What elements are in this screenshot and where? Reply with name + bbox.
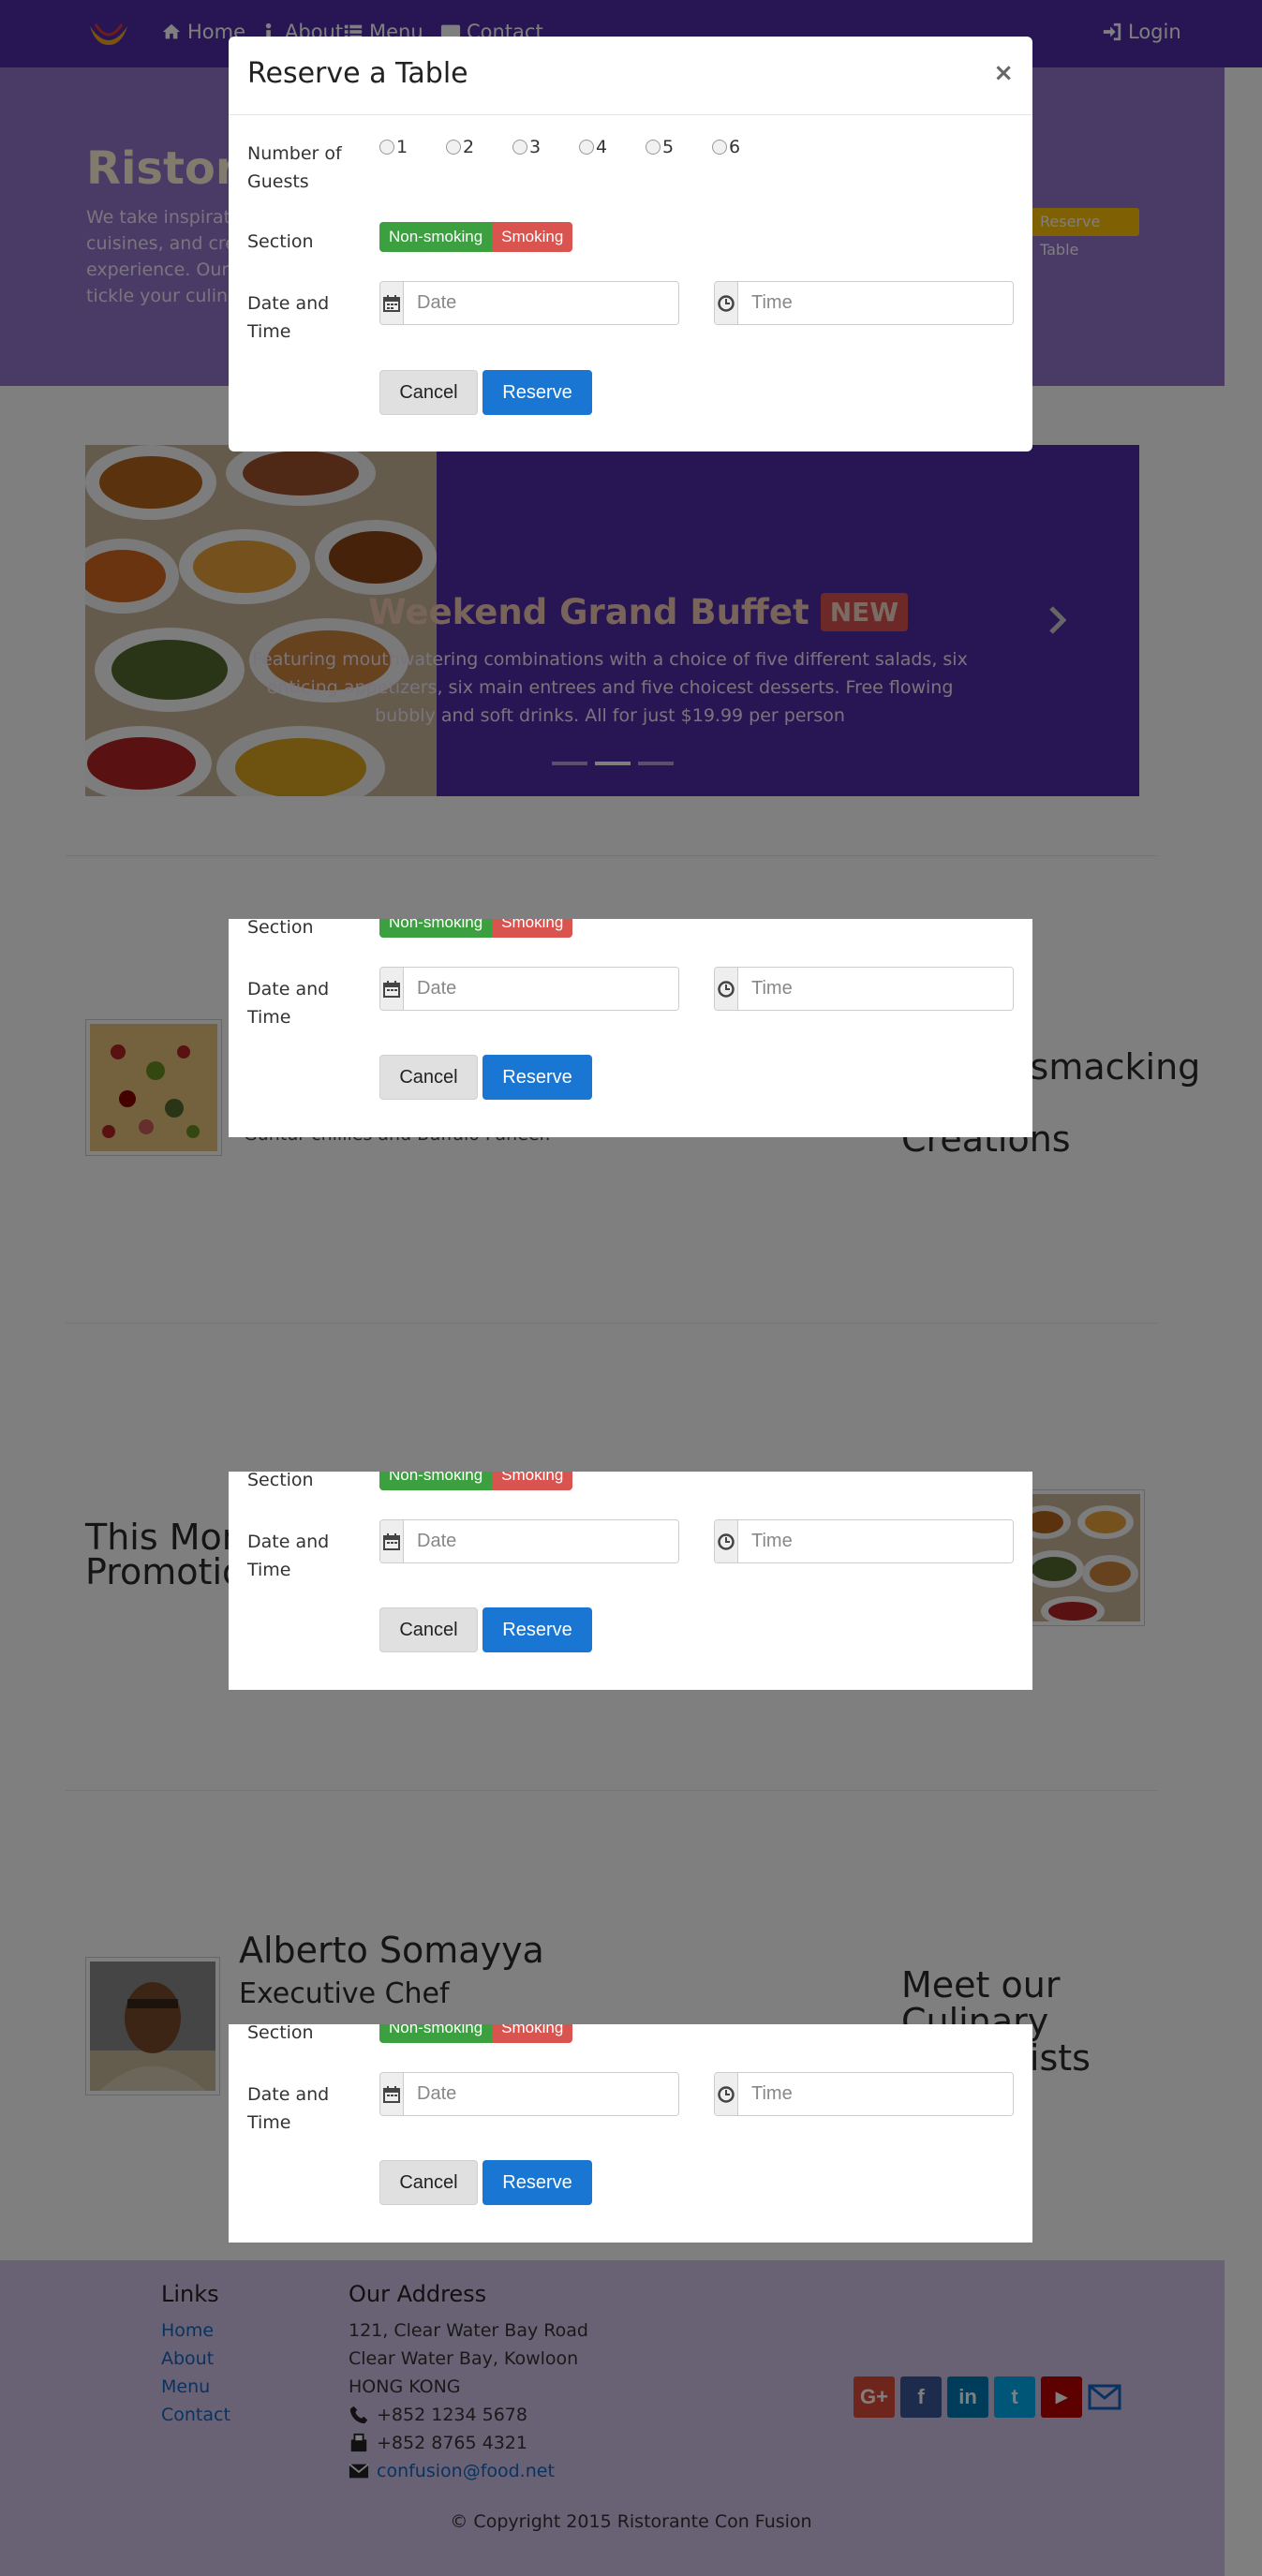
section-label: Section xyxy=(247,1472,314,1490)
section-toggle: Non-smoking Smoking xyxy=(379,222,573,252)
radio-button[interactable] xyxy=(646,140,661,155)
radio-button[interactable] xyxy=(512,140,527,155)
radio-button[interactable] xyxy=(446,140,461,155)
time-input[interactable] xyxy=(738,2073,1013,2115)
smoking-button[interactable]: Smoking xyxy=(492,919,573,938)
cancel-button[interactable]: Cancel xyxy=(379,2160,478,2205)
date-input[interactable] xyxy=(404,2073,678,2115)
date-input-group xyxy=(379,281,679,325)
guest-option-label: 2 xyxy=(463,137,475,157)
time-input[interactable] xyxy=(738,968,1013,1010)
time-input[interactable] xyxy=(738,1520,1013,1562)
guests-label: Number of Guests xyxy=(247,143,342,192)
date-input[interactable] xyxy=(404,1520,678,1562)
datetime-label: Date and Time xyxy=(247,1532,330,1580)
time-input-group xyxy=(714,2072,1014,2116)
guest-option-label: 6 xyxy=(729,137,741,157)
datetime-label: Date and Time xyxy=(247,979,330,1028)
clock-addon xyxy=(715,282,738,324)
date-input[interactable] xyxy=(404,968,678,1010)
clock-addon xyxy=(715,2073,738,2115)
date-input-group xyxy=(379,967,679,1011)
section-label: Section xyxy=(247,231,314,252)
guest-option-2[interactable]: 2 xyxy=(446,137,474,157)
radio-button[interactable] xyxy=(579,140,594,155)
smoking-button[interactable]: Smoking xyxy=(492,2024,573,2043)
guest-option-label: 5 xyxy=(662,137,675,157)
clock-icon xyxy=(718,294,735,312)
reserve-table-modal-ghost-3: Section Non-smoking Smoking Date and Tim… xyxy=(229,2024,1032,2243)
cancel-button[interactable]: Cancel xyxy=(379,1055,478,1100)
guest-option-3[interactable]: 3 xyxy=(512,137,541,157)
close-icon[interactable]: × xyxy=(993,59,1014,87)
smoking-button[interactable]: Smoking xyxy=(492,222,573,252)
time-input-group xyxy=(714,967,1014,1011)
calendar-addon xyxy=(380,282,404,324)
reserve-table-modal-ghost-2: Section Non-smoking Smoking Date and Tim… xyxy=(229,1472,1032,1690)
calendar-addon xyxy=(380,1520,404,1562)
modal-title: Reserve a Table xyxy=(247,57,468,90)
reserve-table-modal-ghost-1: Section Non-smoking Smoking Date and Tim… xyxy=(229,919,1032,1137)
clock-addon xyxy=(715,1520,738,1562)
calendar-icon xyxy=(383,980,400,998)
modal-header: Reserve a Table × xyxy=(229,37,1032,115)
cancel-button[interactable]: Cancel xyxy=(379,370,478,415)
non-smoking-button[interactable]: Non-smoking xyxy=(379,1472,493,1490)
reserve-button[interactable]: Reserve xyxy=(483,1055,592,1100)
guest-option-6[interactable]: 6 xyxy=(712,137,740,157)
guest-option-1[interactable]: 1 xyxy=(379,137,408,157)
calendar-icon xyxy=(383,2085,400,2103)
datetime-label: Date and Time xyxy=(247,2084,330,2133)
calendar-icon xyxy=(383,1532,400,1550)
clock-icon xyxy=(718,2085,735,2103)
radio-button[interactable] xyxy=(379,140,394,155)
reserve-button[interactable]: Reserve xyxy=(483,1607,592,1652)
non-smoking-button[interactable]: Non-smoking xyxy=(379,2024,493,2043)
radio-button[interactable] xyxy=(712,140,727,155)
clock-icon xyxy=(718,980,735,998)
date-input[interactable] xyxy=(404,282,678,324)
time-input-group xyxy=(714,1519,1014,1563)
guest-option-4[interactable]: 4 xyxy=(579,137,607,157)
non-smoking-button[interactable]: Non-smoking xyxy=(379,222,493,252)
reserve-button[interactable]: Reserve xyxy=(483,370,592,415)
cancel-button[interactable]: Cancel xyxy=(379,1607,478,1652)
time-input[interactable] xyxy=(738,282,1013,324)
section-toggle: Non-smoking Smoking xyxy=(379,2024,573,2043)
section-label: Section xyxy=(247,2024,314,2043)
date-input-group xyxy=(379,1519,679,1563)
reserve-table-modal: Reserve a Table × Number of Guests 1 2 3… xyxy=(229,37,1032,452)
guest-option-label: 3 xyxy=(529,137,542,157)
clock-addon xyxy=(715,968,738,1010)
section-label: Section xyxy=(247,919,314,938)
calendar-icon xyxy=(383,294,400,312)
clock-icon xyxy=(718,1532,735,1550)
guest-option-label: 4 xyxy=(596,137,608,157)
datetime-label: Date and Time xyxy=(247,293,330,342)
section-toggle: Non-smoking Smoking xyxy=(379,919,573,938)
non-smoking-button[interactable]: Non-smoking xyxy=(379,919,493,938)
calendar-addon xyxy=(380,968,404,1010)
time-input-group xyxy=(714,281,1014,325)
calendar-addon xyxy=(380,2073,404,2115)
section-toggle: Non-smoking Smoking xyxy=(379,1472,573,1490)
smoking-button[interactable]: Smoking xyxy=(492,1472,573,1490)
reserve-button[interactable]: Reserve xyxy=(483,2160,592,2205)
guest-option-5[interactable]: 5 xyxy=(646,137,674,157)
date-input-group xyxy=(379,2072,679,2116)
guest-option-label: 1 xyxy=(396,137,408,157)
